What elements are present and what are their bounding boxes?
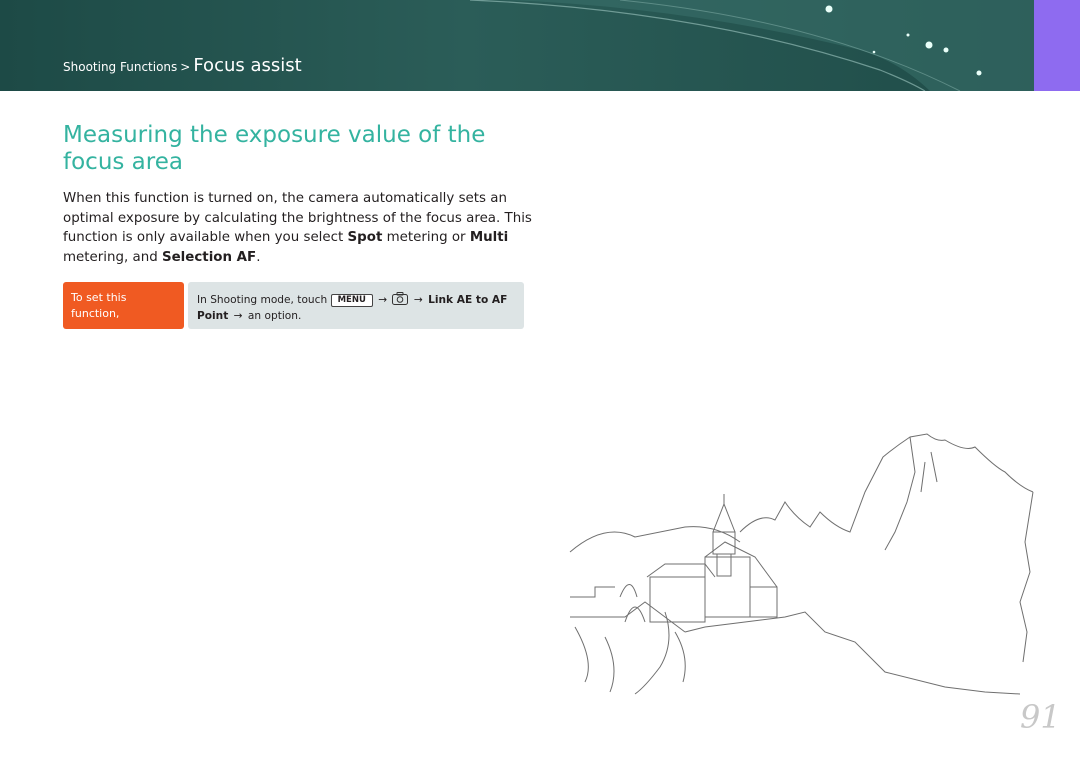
body-text-2: metering or	[382, 230, 470, 245]
body-text-3: metering, and	[63, 249, 162, 265]
arrow-3: →	[233, 310, 243, 322]
village-mountain-illustration	[569, 433, 1034, 695]
arrow-2: →	[413, 294, 423, 306]
breadcrumb: Shooting Functions > Focus assist	[63, 55, 302, 76]
body-bold-spot: Spot	[347, 230, 383, 245]
breadcrumb-current: Focus assist	[193, 55, 302, 76]
body-bold-selection-af: Selection AF	[161, 249, 257, 265]
menu-key-icon: MENU	[330, 294, 373, 307]
breadcrumb-section: Shooting Functions	[63, 60, 178, 74]
body-bold-multi: Multi	[469, 230, 509, 245]
howto-instructions: In Shooting mode, touch MENU → → Link AE…	[188, 282, 524, 329]
howto-label: To set this function,	[63, 282, 184, 329]
body-text-4: .	[256, 249, 261, 265]
page-number: 91	[1020, 698, 1061, 736]
side-tab	[1034, 0, 1080, 91]
page-header: Shooting Functions > Focus assist	[0, 0, 1034, 91]
page-title: Measuring the exposure value of the focu…	[63, 122, 486, 175]
camera-settings-icon	[392, 292, 409, 305]
body-paragraph: When this function is turned on, the cam…	[63, 189, 533, 267]
howto-suffix: an option.	[247, 310, 302, 322]
arrow-1: →	[378, 294, 388, 306]
howto-prefix: In Shooting mode, touch	[197, 294, 328, 306]
breadcrumb-separator: >	[180, 60, 191, 74]
header-swirl-decoration	[360, 0, 1034, 91]
